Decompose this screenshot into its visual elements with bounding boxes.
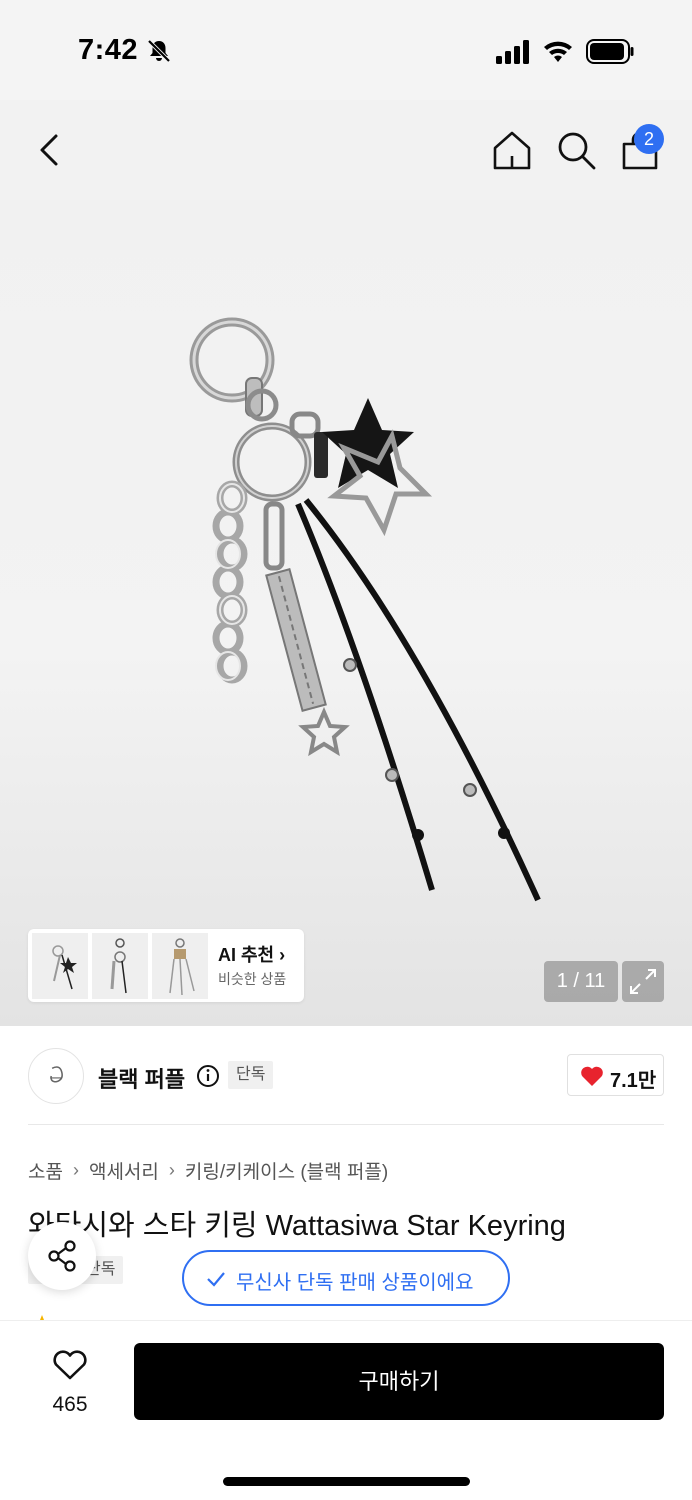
thumbnail-3[interactable] (152, 933, 208, 999)
signal-icon (496, 40, 529, 64)
brand-logo-mark (50, 1066, 63, 1083)
share-button[interactable] (28, 1222, 96, 1290)
status-time: 7:42 (78, 34, 139, 66)
product-title: 와타시와 스타 키링 Wattasiwa Star Keyring (28, 1210, 566, 1242)
breadcrumb: 소품 › 액세서리 › 키링/키케이스 (블랙 퍼플) (28, 1156, 388, 1184)
check-icon (207, 1272, 225, 1287)
brand-like-count: 7.1만 (610, 1070, 657, 1092)
top-nav (0, 100, 692, 200)
thumbnail-2[interactable] (92, 933, 148, 999)
wishlist-count: 465 (52, 1393, 88, 1416)
divider (28, 1124, 664, 1125)
breadcrumb-item-category[interactable]: 소품 (28, 1157, 63, 1184)
chevron-right-icon: › (279, 945, 286, 965)
bell-slash-icon (147, 39, 171, 63)
heart-filled-icon (581, 1066, 603, 1086)
product-image[interactable]: AI 추천 › 비슷한 상품 1 / 11 (0, 200, 692, 1026)
ai-recommend-subtitle: 비슷한 상품 (218, 971, 287, 987)
battery-icon (586, 39, 634, 64)
buy-button[interactable]: 구매하기 (134, 1343, 664, 1420)
brand-logo[interactable] (28, 1048, 84, 1104)
chevron-right-icon: › (168, 1159, 175, 1180)
home-icon[interactable] (490, 128, 534, 172)
wifi-icon (544, 41, 572, 62)
search-icon[interactable] (554, 128, 598, 172)
cart-count-badge: 2 (634, 124, 664, 154)
image-counter: 1 / 11 (544, 961, 618, 1002)
keyring-photo (189, 317, 541, 902)
back-arrow-icon[interactable] (30, 126, 70, 174)
status-bar: 7:42 (0, 0, 692, 100)
home-indicator (223, 1477, 470, 1486)
expand-button[interactable] (622, 961, 664, 1002)
breadcrumb-item-subcategory[interactable]: 액세서리 (89, 1157, 159, 1184)
thumbnail-strip: AI 추천 › 비슷한 상품 (28, 929, 304, 1002)
brand-like-button[interactable]: 7.1만 (567, 1054, 664, 1096)
brand-name[interactable]: 블랙 퍼플 (98, 1062, 185, 1094)
ai-recommend-title[interactable]: AI 추천 › (218, 941, 285, 967)
share-icon (48, 1240, 76, 1272)
expand-icon (630, 969, 656, 994)
chevron-right-icon: › (72, 1159, 79, 1180)
exclusive-notice-text: 무신사 단독 판매 상품이에요 (236, 1272, 474, 1294)
exclusive-tag: 단독 (228, 1061, 274, 1089)
info-icon[interactable] (196, 1064, 220, 1088)
heart-outline-icon (53, 1350, 87, 1380)
thumbnail-1[interactable] (32, 933, 88, 999)
exclusive-notice-pill[interactable]: 무신사 단독 판매 상품이에요 (182, 1250, 510, 1306)
bottom-action-bar: 465 구매하기 (0, 1320, 692, 1500)
breadcrumb-item-brand-category[interactable]: 키링/키케이스 (블랙 퍼플) (185, 1157, 388, 1184)
wishlist-button[interactable]: 465 (30, 1347, 110, 1427)
